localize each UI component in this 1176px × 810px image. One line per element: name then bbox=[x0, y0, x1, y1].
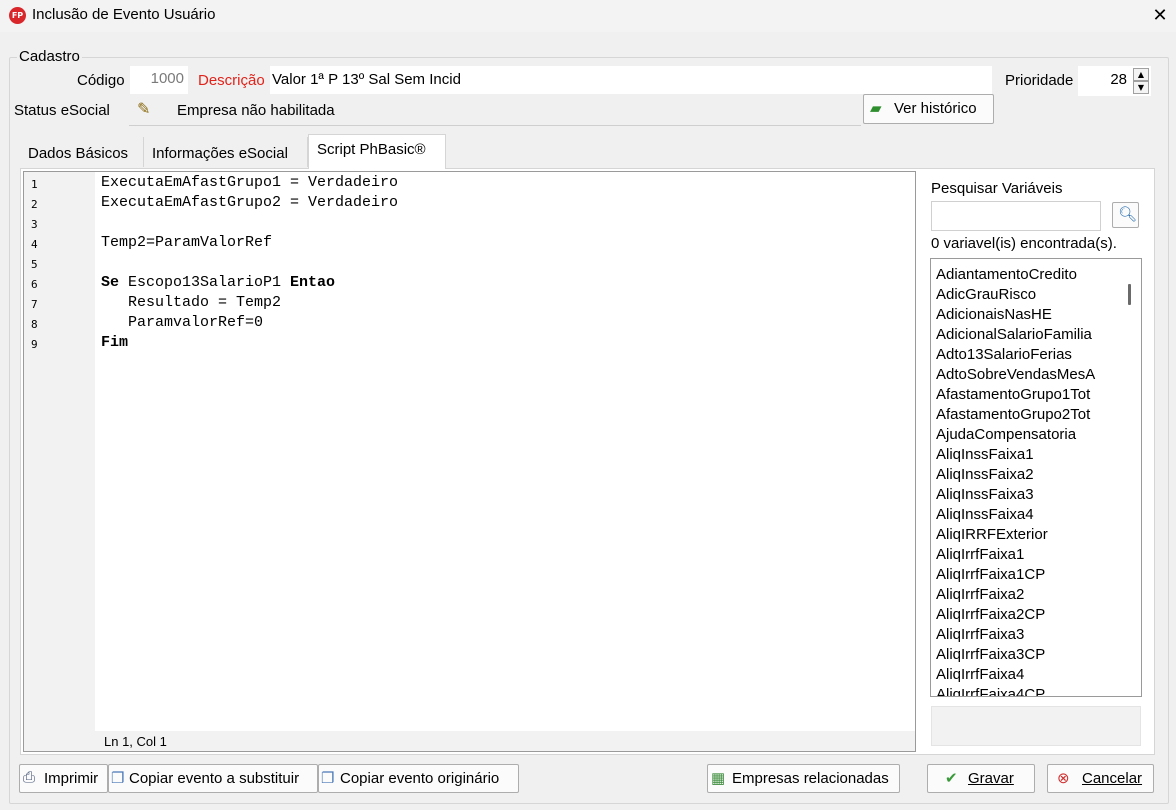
companies-icon: ▦ bbox=[711, 770, 726, 787]
variable-list-item[interactable]: AliqInssFaixa1 bbox=[936, 446, 1117, 463]
line-number: 7 bbox=[31, 298, 38, 311]
copiar-evento-substituir-button[interactable]: ❐ Copiar evento a substituir bbox=[108, 764, 318, 793]
line-number: 4 bbox=[31, 238, 38, 251]
variable-list-item[interactable]: AdicionalSalarioFamilia bbox=[936, 326, 1117, 343]
copiar-substituir-label: Copiar evento a substituir bbox=[129, 770, 300, 787]
code-line[interactable]: ExecutaEmAfastGrupo1 = Verdadeiro bbox=[101, 174, 398, 191]
gravar-button[interactable]: ✔ Gravar bbox=[927, 764, 1035, 793]
cancel-icon: ⊗ bbox=[1057, 770, 1070, 787]
empresas-label: Empresas relacionadas bbox=[732, 770, 889, 787]
prioridade-field[interactable]: 28 bbox=[1078, 66, 1131, 96]
line-number: 6 bbox=[31, 278, 38, 291]
copiar-original-label: Copiar evento originário bbox=[340, 770, 500, 787]
descricao-field[interactable]: Valor 1ª P 13º Sal Sem Incid bbox=[270, 66, 992, 94]
variable-list-item[interactable]: AliqInssFaixa2 bbox=[936, 466, 1117, 483]
variable-list-item[interactable]: AliqIrrfFaixa3CP bbox=[936, 646, 1117, 663]
scrollbar-thumb[interactable] bbox=[1128, 284, 1131, 305]
variable-list-item[interactable]: Adto13SalarioFerias bbox=[936, 346, 1117, 363]
search-button[interactable]: 🔍︎ bbox=[1112, 202, 1139, 228]
line-number: 8 bbox=[31, 318, 38, 331]
imprimir-button[interactable]: ⎙ Imprimir bbox=[19, 764, 108, 793]
cancelar-label: Cancelar bbox=[1082, 770, 1143, 787]
variable-list-item[interactable]: AliqInssFaixa4 bbox=[936, 506, 1117, 523]
copy-icon: ❐ bbox=[321, 770, 335, 787]
tab-dados-basicos[interactable]: Dados Básicos bbox=[20, 137, 144, 167]
tab-label: Script PhBasic® bbox=[317, 141, 426, 158]
ver-historico-label: Ver histórico bbox=[894, 100, 977, 117]
keyword: Se bbox=[101, 274, 120, 291]
empresas-relacionadas-button[interactable]: ▦ Empresas relacionadas bbox=[707, 764, 900, 793]
tab-script-phbasic[interactable]: Script PhBasic® bbox=[308, 134, 446, 169]
variable-list-item[interactable]: AliqIrrfFaixa2CP bbox=[936, 606, 1117, 623]
tab-label: Informações eSocial bbox=[152, 145, 288, 162]
cancelar-button[interactable]: ⊗ Cancelar bbox=[1047, 764, 1154, 793]
prioridade-label: Prioridade bbox=[1005, 72, 1074, 89]
pesquisar-variaveis-label: Pesquisar Variáveis bbox=[931, 180, 1063, 197]
line-number: 9 bbox=[31, 338, 38, 351]
code-line[interactable]: Resultado = Temp2 bbox=[101, 294, 281, 311]
keyword: Entao bbox=[290, 274, 336, 291]
cursor-position: Ln 1, Col 1 bbox=[104, 734, 167, 749]
line-number: 1 bbox=[31, 178, 38, 191]
code-token: Escopo13SalarioP1 bbox=[119, 274, 291, 291]
variable-list-item[interactable]: AdicionaisNasHE bbox=[936, 306, 1117, 323]
copiar-evento-originario-button[interactable]: ❐ Copiar evento originário bbox=[318, 764, 519, 793]
tab-informacoes-esocial[interactable]: Informações eSocial bbox=[144, 137, 308, 167]
line-number: 3 bbox=[31, 218, 38, 231]
variable-list-item[interactable]: AjudaCompensatoria bbox=[936, 426, 1117, 443]
prioridade-spinner: ▲ ▼ bbox=[1131, 66, 1151, 96]
line-number: 5 bbox=[31, 258, 38, 271]
code-line[interactable]: ParamvalorRef=0 bbox=[101, 314, 263, 331]
variable-list-item[interactable]: AliqIRRFExterior bbox=[936, 526, 1117, 543]
window-title: Inclusão de Evento Usuário bbox=[32, 6, 216, 23]
printer-icon: ⎙ bbox=[23, 769, 36, 786]
copy-icon: ❐ bbox=[111, 770, 125, 787]
variable-list-item[interactable]: AliqInssFaixa3 bbox=[936, 486, 1117, 503]
status-esocial-value: Empresa não habilitada bbox=[177, 102, 335, 119]
variable-list-item[interactable]: AdtoSobreVendasMesA bbox=[936, 366, 1117, 383]
history-icon: ▰ bbox=[870, 100, 882, 117]
search-input[interactable] bbox=[931, 201, 1101, 231]
document-edit-icon: ✎ bbox=[137, 99, 151, 118]
check-icon: ✔ bbox=[945, 770, 958, 787]
code-line[interactable]: Fim bbox=[101, 334, 128, 351]
variable-list-item[interactable]: AdicGrauRisco bbox=[936, 286, 1117, 303]
keyword: Fim bbox=[101, 334, 129, 351]
code-line[interactable]: ExecutaEmAfastGrupo2 = Verdadeiro bbox=[101, 194, 398, 211]
search-icon: 🔍︎ bbox=[1118, 206, 1138, 223]
variable-list-item[interactable]: AfastamentoGrupo1Tot bbox=[936, 386, 1117, 403]
gravar-label: Gravar bbox=[968, 770, 1014, 787]
imprimir-label: Imprimir bbox=[44, 770, 99, 787]
variable-list-item[interactable]: AfastamentoGrupo2Tot bbox=[936, 406, 1117, 423]
ver-historico-button[interactable]: ▰ Ver histórico bbox=[863, 94, 994, 124]
app-logo-icon: FP bbox=[9, 7, 26, 24]
variable-info-box bbox=[931, 706, 1141, 746]
codigo-field[interactable]: 1000 bbox=[130, 66, 188, 94]
code-line[interactable]: Temp2=ParamValorRef bbox=[101, 234, 272, 251]
cadastro-legend: Cadastro bbox=[17, 48, 82, 65]
variable-list-item[interactable]: AliqIrrfFaixa1 bbox=[936, 546, 1117, 563]
variable-list-item[interactable]: AliqIrrfFaixa1CP bbox=[936, 566, 1117, 583]
codigo-label: Código bbox=[77, 72, 125, 89]
status-esocial-label: Status eSocial bbox=[14, 102, 110, 119]
spin-down-icon[interactable]: ▼ bbox=[1133, 81, 1149, 94]
close-icon[interactable]: ✕ bbox=[1146, 2, 1174, 30]
variable-list-item[interactable]: AliqIrrfFaixa4 bbox=[936, 666, 1117, 683]
script-editor[interactable] bbox=[23, 171, 916, 752]
variable-list-item[interactable]: AdiantamentoCredito bbox=[936, 266, 1117, 283]
line-number: 2 bbox=[31, 198, 38, 211]
variables-found-count: 0 variavel(is) encontrada(s). bbox=[931, 235, 1117, 252]
spin-up-icon[interactable]: ▲ bbox=[1133, 68, 1149, 81]
code-line[interactable]: Se Escopo13SalarioP1 Entao bbox=[101, 274, 335, 291]
variable-list-item[interactable]: AliqIrrfFaixa3 bbox=[936, 626, 1117, 643]
tab-label: Dados Básicos bbox=[28, 145, 129, 162]
variable-list-item[interactable]: AliqIrrfFaixa2 bbox=[936, 586, 1117, 603]
descricao-label: Descrição bbox=[198, 72, 265, 89]
